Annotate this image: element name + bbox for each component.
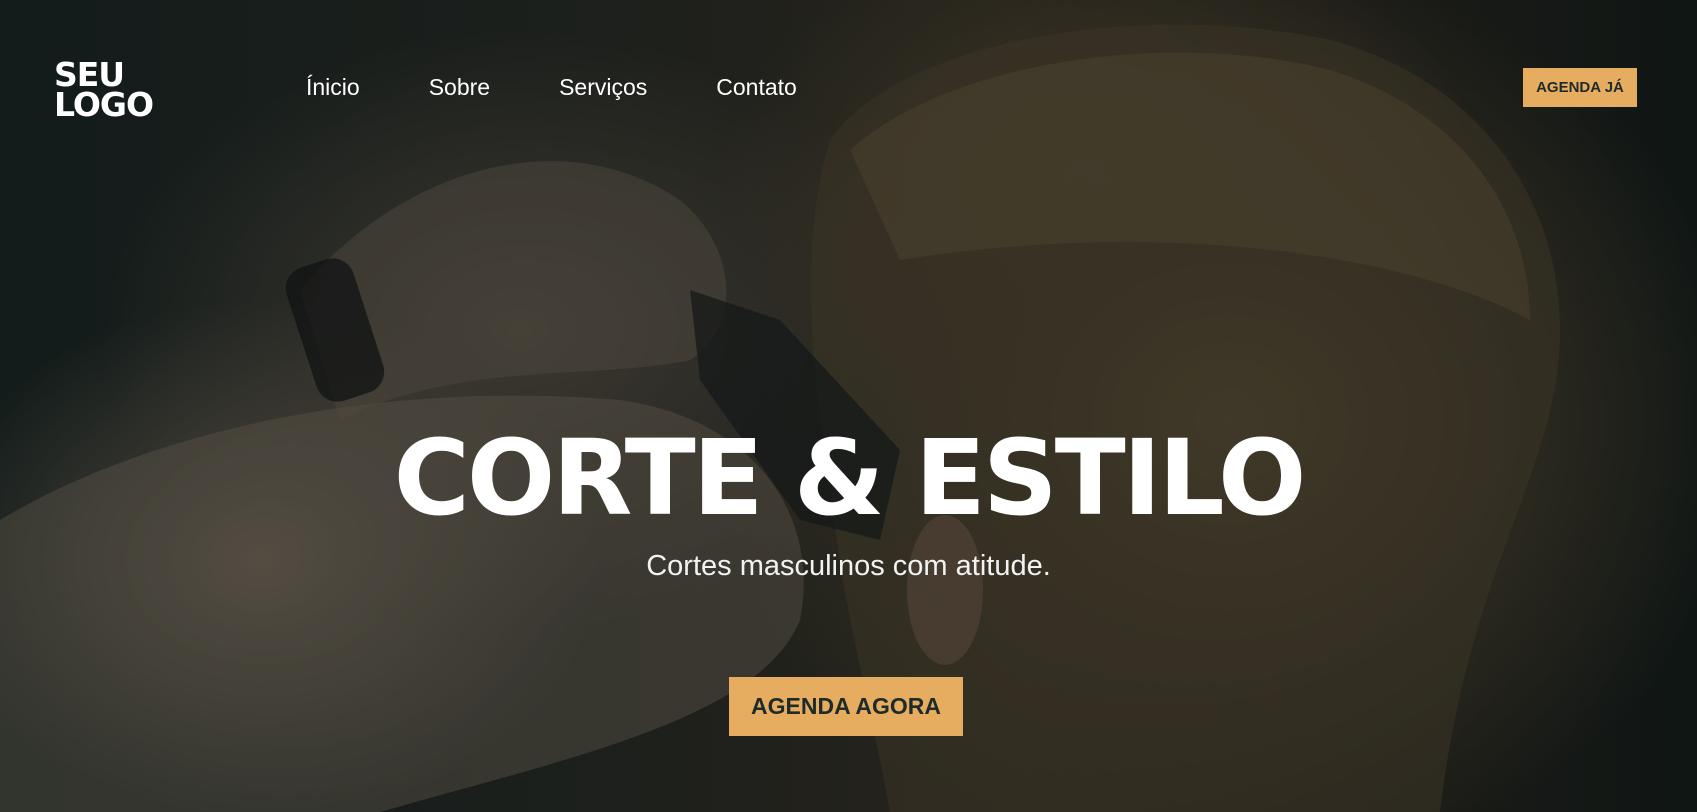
site-logo[interactable]: SEU LOGO	[54, 58, 154, 124]
hero-book-button[interactable]: AGENDA AGORA	[729, 677, 963, 736]
nav-link-servicos[interactable]: Serviços	[559, 72, 647, 102]
logo-line-2: LOGO	[54, 85, 154, 124]
main-navigation: Ínicio Sobre Serviços Contato	[306, 72, 866, 102]
hero-subtitle: Cortes masculinos com atitude.	[646, 550, 1051, 582]
header-book-button[interactable]: AGENDA JÁ	[1523, 68, 1637, 107]
hero-section: SEU LOGO Ínicio Sobre Serviços Contato A…	[0, 0, 1697, 812]
nav-link-sobre[interactable]: Sobre	[429, 72, 490, 102]
nav-link-contato[interactable]: Contato	[716, 72, 797, 102]
nav-link-inicio[interactable]: Ínicio	[306, 72, 360, 102]
hero-headline: CORTE & ESTILO	[393, 417, 1307, 539]
